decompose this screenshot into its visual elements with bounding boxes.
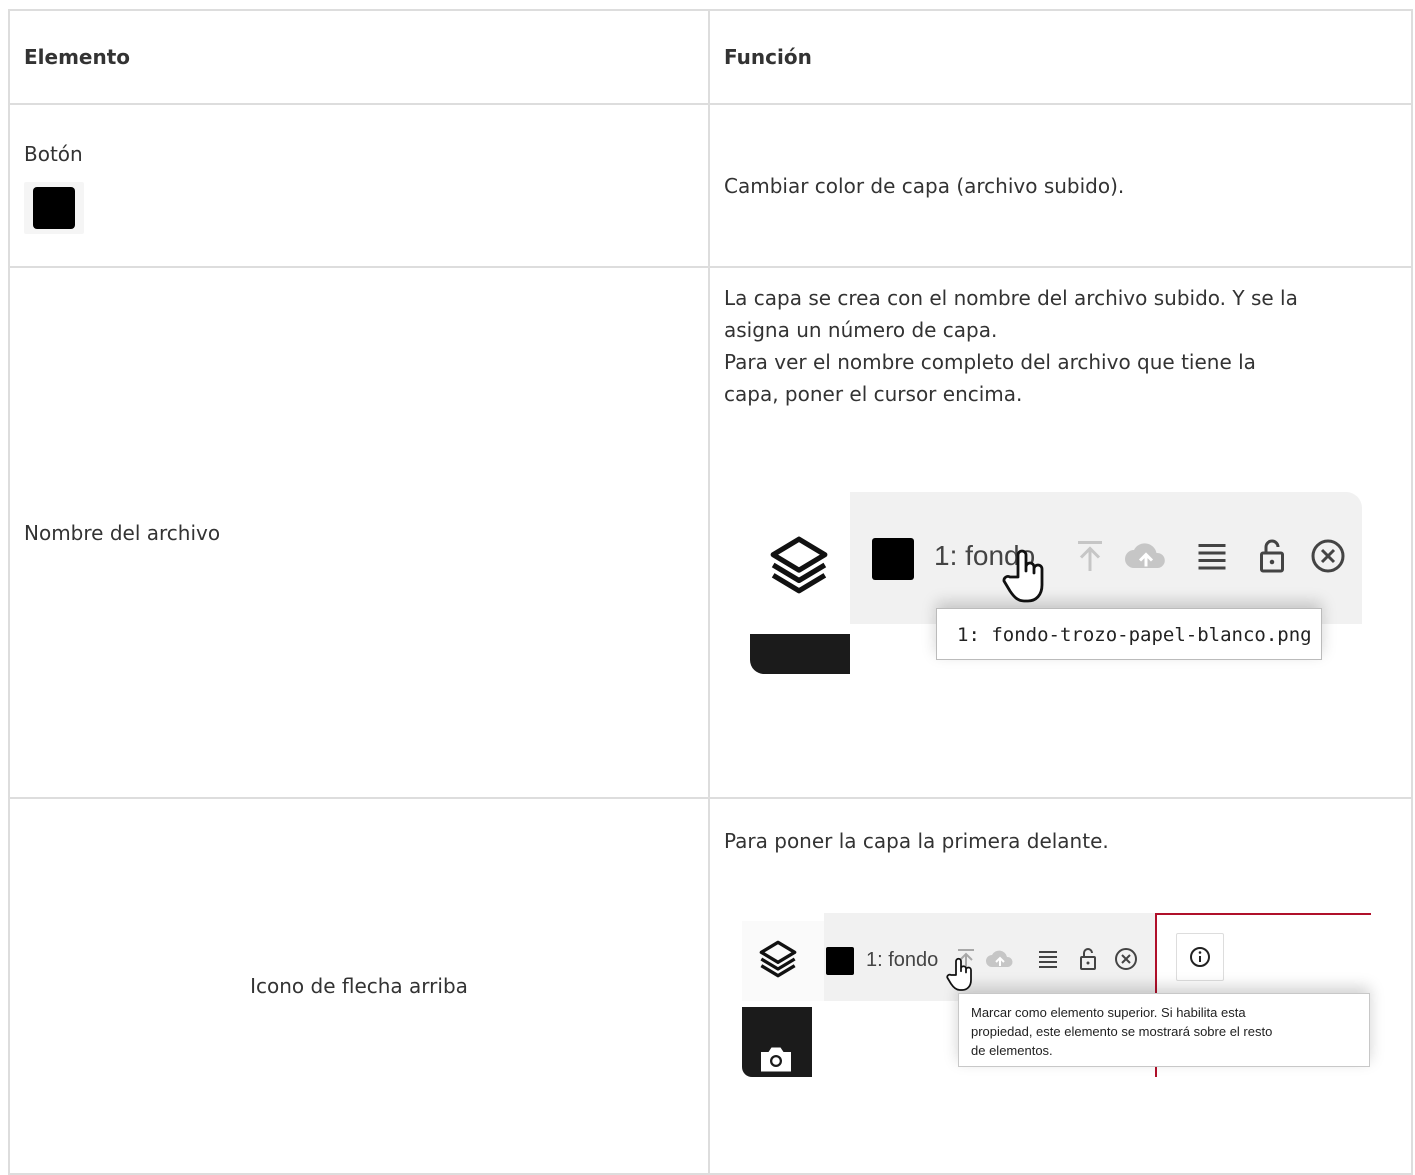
function-line: asigna un número de capa.: [724, 318, 998, 342]
function-line: La capa se crea con el nombre del archiv…: [724, 286, 1298, 310]
filename-tooltip: 1: fondo-trozo-papel-blanco.png: [936, 608, 1322, 660]
color-swatch-icon[interactable]: [872, 538, 914, 580]
cloud-upload-icon[interactable]: [984, 947, 1016, 971]
close-circle-icon[interactable]: [1114, 947, 1138, 971]
header-elemento: Elemento: [8, 9, 710, 105]
unlock-icon[interactable]: [1254, 538, 1290, 574]
unlock-icon[interactable]: [1076, 947, 1100, 971]
color-swatch-icon: [33, 186, 75, 229]
table-row: Botón Cambiar color de capa (archivo sub…: [8, 103, 1413, 268]
arrow-top-screenshot: 1: fondo Marcar como elemento superior. …: [742, 913, 1374, 1083]
tooltip-line: propiedad, este elemento se mostrará sob…: [971, 1024, 1273, 1039]
lines-icon[interactable]: [1194, 538, 1230, 574]
info-button[interactable]: [1176, 933, 1224, 981]
info-table: Elemento Función Botón Cambiar color de …: [8, 9, 1413, 1175]
arrow-to-top-icon[interactable]: [1072, 538, 1108, 574]
cloud-upload-icon[interactable]: [1122, 538, 1170, 574]
layer-name[interactable]: 1: fondo: [866, 943, 938, 977]
element-label: Botón: [24, 141, 83, 166]
cell-element: Nombre del archivo: [8, 266, 710, 799]
element-label: Icono de flecha arriba: [250, 974, 468, 998]
hand-pointer-icon: [1002, 549, 1044, 603]
function-line: Para poner la capa la primera delante.: [724, 829, 1109, 853]
table-header-row: Elemento Función: [8, 9, 1413, 105]
function-line: capa, poner el cursor encima.: [724, 382, 1023, 406]
cell-function: Cambiar color de capa (archivo subido).: [708, 103, 1413, 268]
color-swatch-icon[interactable]: [826, 947, 854, 975]
cell-element: Icono de flecha arriba: [8, 797, 710, 1175]
header-funcion: Función: [708, 9, 1413, 105]
layer-toolbar-screenshot: 1: fondo 1: fondo-trozo-papel-blanco.png: [750, 492, 1370, 682]
table-row: Icono de flecha arriba Para poner la cap…: [8, 797, 1413, 1175]
layers-icon: [759, 940, 797, 978]
canvas-border-top: [1155, 913, 1371, 915]
layers-icon: [770, 536, 828, 594]
color-button[interactable]: [24, 181, 84, 234]
lines-icon[interactable]: [1036, 947, 1060, 971]
camera-icon[interactable]: [758, 1043, 794, 1073]
hand-pointer-icon: [946, 957, 972, 991]
close-circle-icon[interactable]: [1310, 538, 1346, 574]
cell-function: Para poner la capa la primera delante. 1…: [708, 797, 1413, 1175]
element-label: Nombre del archivo: [24, 520, 221, 545]
tooltip-line: Marcar como elemento superior. Si habili…: [971, 1005, 1246, 1020]
tooltip-line: de elementos.: [971, 1043, 1053, 1058]
table-row: Nombre del archivo La capa se crea con e…: [8, 266, 1413, 799]
info-icon: [1190, 947, 1210, 967]
top-element-tooltip: Marcar como elemento superior. Si habili…: [958, 993, 1370, 1067]
dark-panel: [750, 634, 850, 674]
function-text: Cambiar color de capa (archivo subido).: [724, 173, 1125, 198]
function-line: Para ver el nombre completo del archivo …: [724, 350, 1256, 374]
cell-element: Botón: [8, 103, 710, 268]
cell-function: La capa se crea con el nombre del archiv…: [708, 266, 1413, 799]
